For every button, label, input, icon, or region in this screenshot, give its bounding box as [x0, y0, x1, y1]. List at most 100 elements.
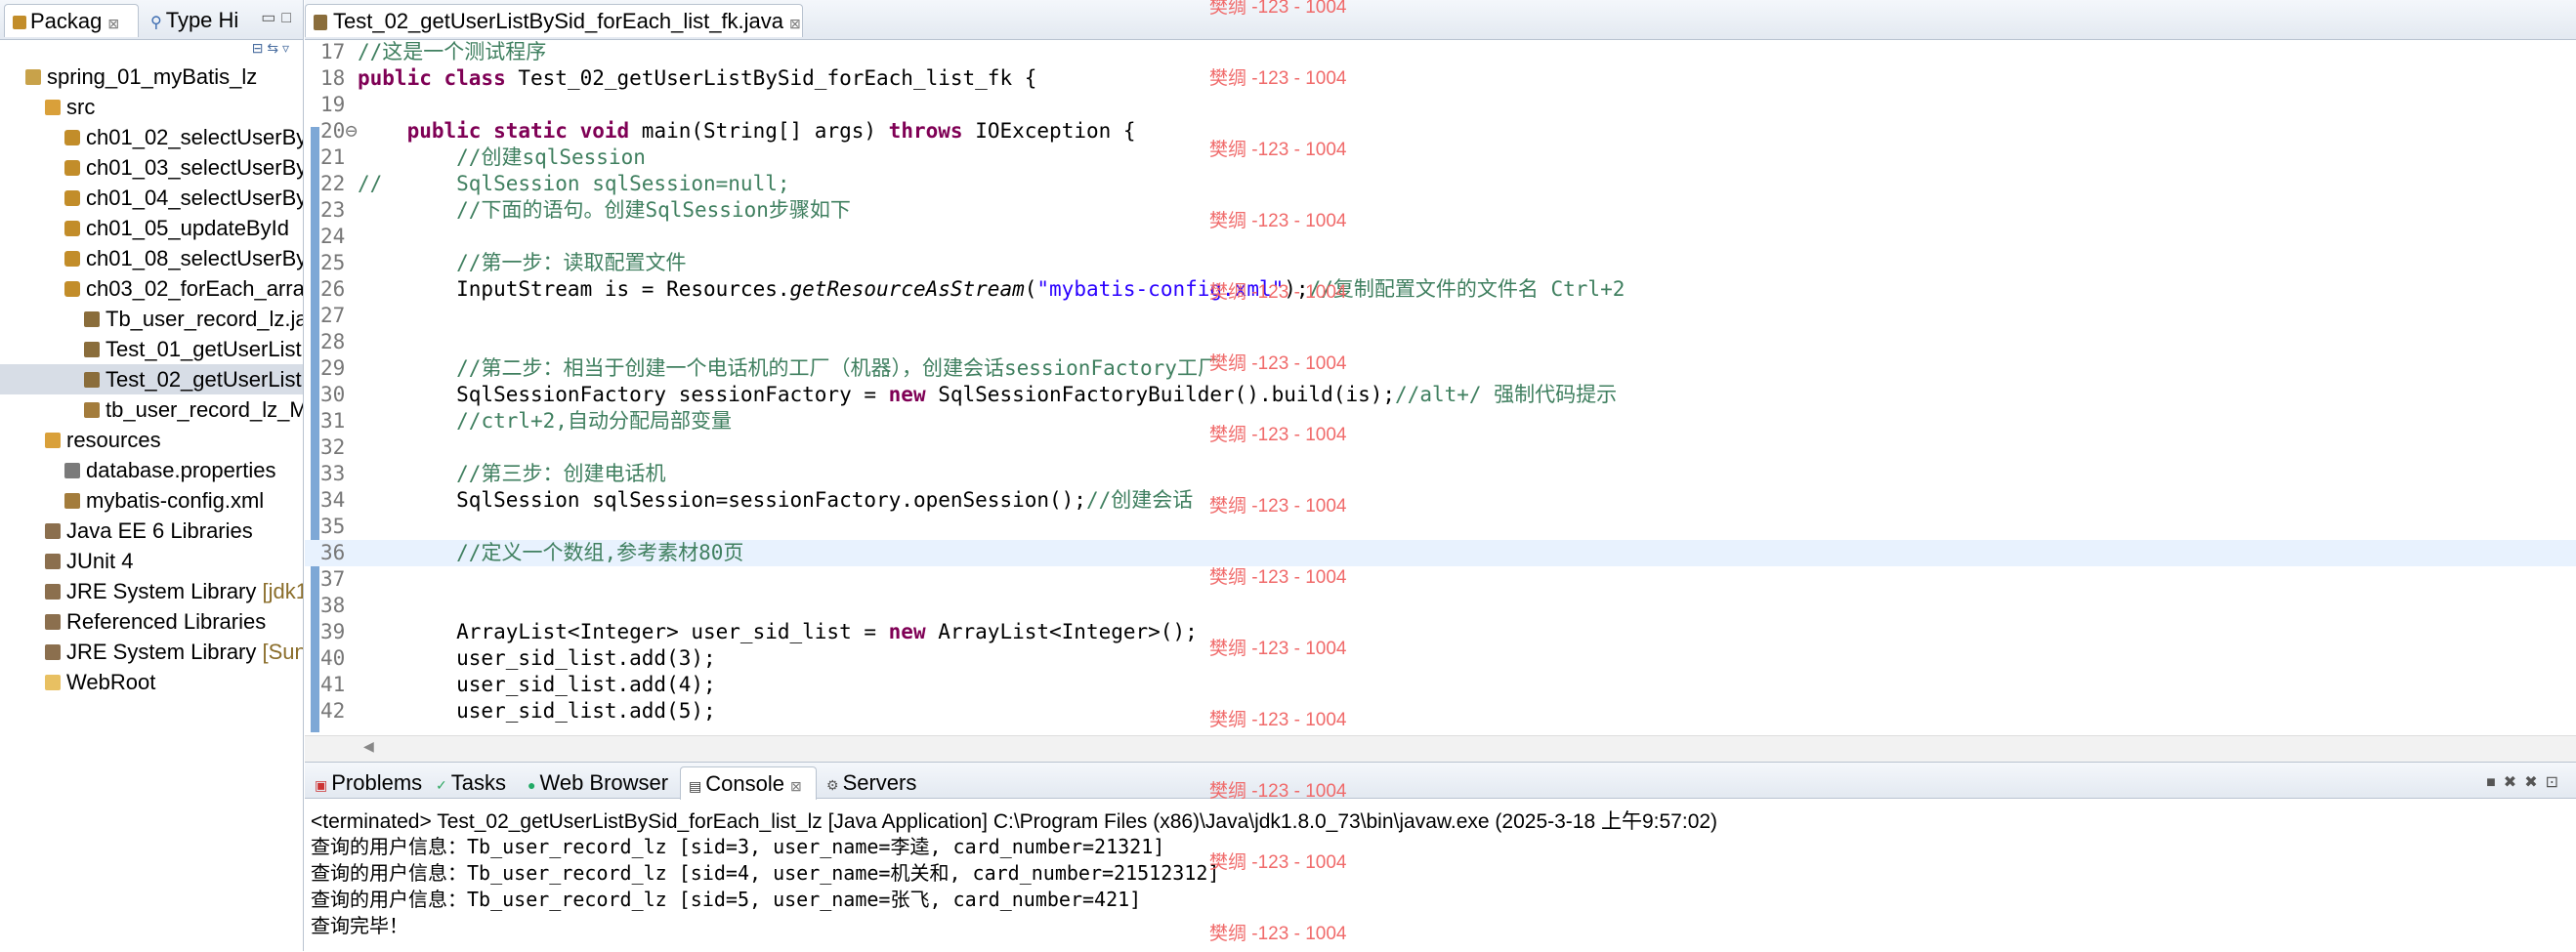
tree-item[interactable]: ch01_04_selectUserBy: [0, 183, 303, 213]
project-icon: [25, 69, 41, 85]
tree-item[interactable]: Test_02_getUserListI: [0, 364, 303, 394]
code-line[interactable]: 19: [305, 92, 2576, 118]
remove-launch-icon[interactable]: ✖: [2504, 774, 2524, 791]
package-icon: [64, 221, 80, 236]
java-file-icon: [84, 372, 100, 388]
close-icon[interactable]: ⊠: [789, 16, 801, 31]
code-line[interactable]: 31 //ctrl+2,自动分配局部变量: [305, 408, 2576, 435]
code-line[interactable]: 36 //定义一个数组,参考素材80页: [305, 540, 2576, 566]
line-number: 37: [320, 567, 346, 591]
tab-label: Packag: [30, 9, 103, 33]
tree-item[interactable]: Tb_user_record_lz.jav: [0, 304, 303, 334]
tree-item[interactable]: src: [0, 92, 303, 122]
tab-web-browser[interactable]: ● Web Browser: [520, 766, 678, 800]
code-line[interactable]: 41 user_sid_list.add(4);: [305, 672, 2576, 698]
code-line[interactable]: 29 //第二步：相当于创建一个电话机的工厂（机器），创建会话sessionFa…: [305, 355, 2576, 382]
remove-all-icon[interactable]: ✖: [2524, 774, 2545, 791]
code-area[interactable]: 17 //这是一个测试程序 18 public class Test_02_getUs…: [305, 39, 2576, 762]
tree-item[interactable]: ch01_03_selectUserBy: [0, 152, 303, 183]
tree-item[interactable]: spring_01_myBatis_lz: [0, 62, 303, 92]
code-line[interactable]: 42 user_sid_list.add(5);: [305, 698, 2576, 724]
close-icon[interactable]: ⊠: [790, 778, 802, 794]
tree-item[interactable]: Test_01_getUserListI: [0, 334, 303, 364]
code-token: public class: [358, 66, 519, 90]
code-line[interactable]: 22 // SqlSession sqlSession=null;: [305, 171, 2576, 197]
tree-item-label: Test_02_getUserListI: [106, 367, 303, 392]
code-token: // SqlSession sqlSession=null;: [358, 172, 790, 195]
terminate-icon[interactable]: ■: [2486, 774, 2504, 791]
tree-item-label: JUnit 4: [66, 549, 134, 573]
minimize-icon[interactable]: ▭: [261, 10, 281, 26]
tab-label: Console: [705, 771, 784, 796]
tab-console[interactable]: ▤ Console ⊠: [680, 766, 817, 800]
maximize-icon[interactable]: □: [281, 10, 297, 26]
tree-item[interactable]: ch01_05_updateById: [0, 213, 303, 243]
tab-editor-file[interactable]: Test_02_getUserListBySid_forEach_list_fk…: [305, 4, 803, 37]
collapse-all-icon[interactable]: ⊟: [252, 40, 264, 56]
tree-item[interactable]: resources: [0, 425, 303, 455]
code-token: user_sid_list.add(3);: [358, 646, 716, 670]
pin-console-icon[interactable]: ⊡: [2546, 774, 2566, 791]
code-line[interactable]: 17 //这是一个测试程序: [305, 39, 2576, 65]
view-menu-icon[interactable]: ▿: [282, 40, 289, 56]
scroll-left-icon[interactable]: ◀: [363, 738, 374, 755]
tree-item[interactable]: JUnit 4: [0, 546, 303, 576]
code-line[interactable]: 32: [305, 435, 2576, 461]
tree-item[interactable]: WebRoot: [0, 667, 303, 697]
library-icon: [45, 644, 61, 660]
code-line[interactable]: 38: [305, 593, 2576, 619]
code-token: getResourceAsStream: [789, 277, 1025, 301]
code-line[interactable]: 27: [305, 303, 2576, 329]
code-line[interactable]: 26 InputStream is = Resources.getResourc…: [305, 276, 2576, 303]
tree-item-label: resources: [66, 428, 161, 452]
tree-item[interactable]: Java EE 6 Libraries: [0, 516, 303, 546]
code-token: SqlSession sqlSession=sessionFactory.ope…: [358, 488, 1086, 512]
code-text: user_sid_list.add(4);: [358, 672, 716, 698]
code-line[interactable]: 23 //下面的语句。创建SqlSession步骤如下: [305, 197, 2576, 224]
xml-file-icon: [84, 402, 100, 418]
close-icon[interactable]: ⊠: [107, 16, 119, 31]
code-line[interactable]: 34 SqlSession sqlSession=sessionFactory.…: [305, 487, 2576, 514]
line-number: 40: [320, 646, 346, 670]
tab-problems[interactable]: ▣ Problems: [307, 766, 426, 800]
code-line[interactable]: 18 public class Test_02_getUserListBySid_…: [305, 65, 2576, 92]
code-editor: Test_02_getUserListBySid_forEach_list_fk…: [305, 0, 2576, 762]
servers-icon: ⚙: [826, 777, 839, 793]
code-token: main(String[] args): [641, 119, 889, 143]
code-token: user_sid_list.add(5);: [358, 699, 716, 723]
tree-item[interactable]: ch03_02_forEach_array: [0, 273, 303, 304]
tree-item[interactable]: JRE System Library [Sun: [0, 637, 303, 667]
code-line[interactable]: 20⊖ public static void main(String[] arg…: [305, 118, 2576, 145]
code-line[interactable]: 33 //第三步：创建电话机: [305, 461, 2576, 487]
watermark-text: 樊绸 -123 - 1004: [1209, 710, 1347, 730]
tab-type-hierarchy[interactable]: ⚲ Type Hi: [143, 4, 258, 37]
link-editor-icon[interactable]: ⇆: [267, 40, 278, 56]
tree-item[interactable]: database.properties: [0, 455, 303, 485]
code-line[interactable]: 25 //第一步：读取配置文件: [305, 250, 2576, 276]
tree-item[interactable]: mybatis-config.xml: [0, 485, 303, 516]
code-line[interactable]: 21 //创建sqlSession: [305, 145, 2576, 171]
tab-servers[interactable]: ⚙ Servers: [819, 766, 928, 800]
tree-item[interactable]: ch01_08_selectUserBy: [0, 243, 303, 273]
line-number: 20⊖: [320, 119, 358, 143]
code-line[interactable]: 24: [305, 224, 2576, 250]
tab-package-explorer[interactable]: Packag ⊠: [4, 4, 139, 37]
code-line[interactable]: 30 SqlSessionFactory sessionFactory = ne…: [305, 382, 2576, 408]
tab-tasks[interactable]: ✓ Tasks: [428, 766, 518, 800]
code-line[interactable]: 35: [305, 514, 2576, 540]
code-line[interactable]: 28: [305, 329, 2576, 355]
tree-item[interactable]: JRE System Library [jdk1: [0, 576, 303, 606]
code-line[interactable]: 39 ArrayList<Integer> user_sid_list = ne…: [305, 619, 2576, 645]
tree-item-suffix: [jdk1: [262, 579, 304, 603]
tree-item[interactable]: Referenced Libraries: [0, 606, 303, 637]
code-line[interactable]: 37: [305, 566, 2576, 593]
properties-file-icon: [64, 463, 80, 478]
tree-item[interactable]: ch01_02_selectUserBy: [0, 122, 303, 152]
horizontal-scrollbar[interactable]: ◀: [305, 735, 2576, 762]
tree-item[interactable]: tb_user_record_lz_M: [0, 394, 303, 425]
tree-item-label: tb_user_record_lz_M: [106, 397, 303, 422]
code-line[interactable]: 40 user_sid_list.add(3);: [305, 645, 2576, 672]
code-text: //ctrl+2,自动分配局部变量: [358, 408, 732, 435]
